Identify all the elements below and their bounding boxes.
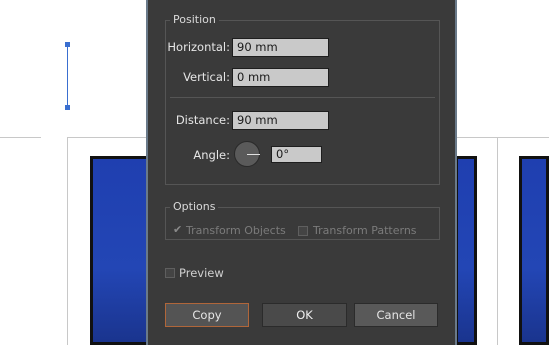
angle-input[interactable]: 0° (271, 146, 322, 163)
vertical-input[interactable]: 0 mm (232, 68, 329, 87)
cancel-button[interactable]: Cancel (354, 303, 438, 327)
position-group-title: Position (170, 13, 219, 26)
options-group-title: Options (170, 200, 219, 213)
vertical-label: Vertical: (183, 70, 230, 84)
angle-dial-icon[interactable] (234, 141, 260, 167)
selected-anchor-bottom[interactable] (65, 105, 70, 110)
move-dialog: Position Horizontal: 90 mm Vertical: 0 m… (146, 0, 457, 345)
selected-path[interactable] (67, 44, 68, 108)
horizontal-input[interactable]: 90 mm (232, 38, 329, 57)
distance-label: Distance: (175, 113, 230, 127)
blue-artwork-left[interactable] (90, 156, 150, 345)
blue-artwork-right[interactable] (519, 156, 549, 345)
transform-patterns-label[interactable]: Transform Patterns (313, 224, 417, 237)
copy-button[interactable]: Copy (165, 303, 249, 327)
preview-checkbox[interactable] (165, 268, 175, 278)
transform-patterns-checkbox[interactable] (298, 226, 308, 236)
angle-label: Angle: (193, 148, 230, 162)
position-separator (170, 97, 435, 98)
angle-dial-needle (247, 154, 260, 155)
artboard-left-edge (67, 137, 68, 345)
blue-artwork-middle[interactable] (455, 156, 477, 345)
artboard-divider (497, 137, 498, 345)
distance-input[interactable]: 90 mm (232, 111, 329, 130)
checkmark-icon[interactable]: ✔ (173, 223, 182, 236)
artboard-top-edge (0, 137, 41, 138)
horizontal-label: Horizontal: (167, 40, 230, 54)
selected-anchor-top[interactable] (65, 42, 70, 47)
preview-label[interactable]: Preview (179, 266, 224, 280)
ok-button[interactable]: OK (262, 303, 347, 327)
transform-objects-label[interactable]: Transform Objects (186, 224, 286, 237)
